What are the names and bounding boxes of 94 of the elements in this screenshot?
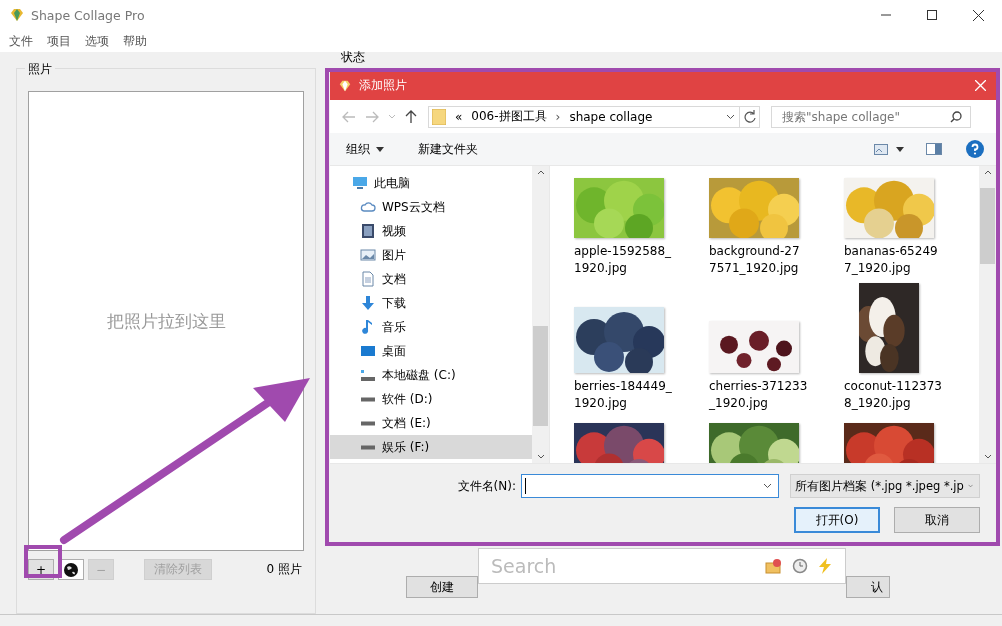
tree-item[interactable]: 视频 xyxy=(330,219,532,243)
create-button[interactable]: 创建 xyxy=(406,576,478,598)
maximize-icon[interactable] xyxy=(927,10,937,20)
globe-icon xyxy=(63,561,79,578)
tree-item[interactable]: 图片 xyxy=(330,243,532,267)
scroll-down-icon[interactable] xyxy=(536,454,545,459)
breadcrumb-item[interactable]: 006-拼图工具 xyxy=(471,108,547,125)
highlight-frame xyxy=(24,545,62,578)
computer-icon xyxy=(352,175,368,191)
file-type-dropdown[interactable]: 所有图片档案 (*.jpg *.jpeg *.jp xyxy=(790,474,980,498)
tree-label: 视频 xyxy=(382,222,406,240)
file-name-label: 文件名(N): xyxy=(457,477,516,495)
tree-item[interactable]: 娱乐 (F:) xyxy=(330,435,532,459)
cancel-button[interactable]: 取消 xyxy=(894,507,980,533)
clock-icon[interactable] xyxy=(792,558,808,574)
scroll-down-icon[interactable] xyxy=(983,454,992,459)
download-icon xyxy=(360,295,376,311)
search-field[interactable]: Search xyxy=(478,548,846,584)
tree-item[interactable]: WPS云文档 xyxy=(330,195,532,219)
dialog-title: 添加照片 xyxy=(359,77,407,94)
tree-item[interactable]: 软件 (D:) xyxy=(330,387,532,411)
tree-label: WPS云文档 xyxy=(382,198,445,216)
tree-label: 娱乐 (F:) xyxy=(382,438,430,456)
chevron-down-icon[interactable] xyxy=(763,483,772,489)
new-folder-button[interactable]: 新建文件夹 xyxy=(412,138,484,160)
photo-count: 0 照片 xyxy=(266,561,302,578)
default-button[interactable]: 认 xyxy=(846,576,890,598)
tree-item[interactable]: 文档 xyxy=(330,267,532,291)
desktop-icon xyxy=(360,343,376,359)
drop-hint: 把照片拉到这里 xyxy=(106,309,226,333)
scroll-up-icon[interactable] xyxy=(983,170,992,175)
caret-icon[interactable] xyxy=(896,146,904,152)
tree-item[interactable]: 下载 xyxy=(330,291,532,315)
tree-label: 文档 xyxy=(382,270,406,288)
scroll-up-icon[interactable] xyxy=(536,170,545,175)
file-name-field[interactable] xyxy=(521,474,779,498)
caret-icon xyxy=(376,146,384,152)
video-icon xyxy=(360,223,376,239)
menu-item[interactable]: 项目 xyxy=(47,32,71,50)
tree-label: 软件 (D:) xyxy=(382,390,433,408)
file-name[interactable]: bananas-65249 7_1920.jpg xyxy=(844,243,979,277)
tree-label: 音乐 xyxy=(382,318,406,336)
scrollbar-thumb[interactable] xyxy=(533,326,548,426)
open-button[interactable]: 打开(O) xyxy=(794,507,880,533)
scrollbar[interactable] xyxy=(979,166,996,463)
window-title: Shape Collage Pro xyxy=(31,7,145,23)
search-field[interactable]: 搜索"shape collage" xyxy=(771,105,971,128)
file-name[interactable]: berries-184449_ 1920.jpg xyxy=(574,378,709,412)
menu-item[interactable]: 选项 xyxy=(85,32,109,50)
app-logo-icon xyxy=(338,78,352,93)
file-name[interactable]: coconut-112373 8_1920.jpg xyxy=(844,378,979,412)
help-icon[interactable] xyxy=(966,140,984,158)
tree-label: 文档 (E:) xyxy=(382,414,431,432)
document-icon xyxy=(360,271,376,287)
tree-item[interactable]: 音乐 xyxy=(330,315,532,339)
menu-item[interactable]: 文件 xyxy=(9,32,33,50)
chevron-down-icon[interactable] xyxy=(726,113,735,120)
mail-icon[interactable] xyxy=(765,558,783,574)
tree-label: 图片 xyxy=(382,246,406,264)
tree-label: 本地磁盘 (C:) xyxy=(382,366,456,384)
refresh-icon[interactable] xyxy=(743,110,756,123)
organize-button[interactable]: 组织 xyxy=(340,138,390,160)
tree-item[interactable]: 文档 (E:) xyxy=(330,411,532,435)
tree-label: 此电脑 xyxy=(374,174,410,192)
tree-label: 桌面 xyxy=(382,342,406,360)
drive-icon xyxy=(361,420,375,426)
folder-icon xyxy=(432,108,446,125)
menu-item[interactable]: 帮助 xyxy=(123,32,147,50)
file-name[interactable]: background-27 7571_1920.jpg xyxy=(709,243,844,277)
group-title: 照片 xyxy=(25,61,55,78)
tree-item[interactable]: 桌面 xyxy=(330,339,532,363)
image-icon xyxy=(360,247,376,263)
search-icon[interactable] xyxy=(950,110,962,123)
tree-item[interactable]: 此电脑 xyxy=(330,171,532,195)
group-title: 状态 xyxy=(341,50,366,64)
view-icon[interactable] xyxy=(874,143,888,155)
breadcrumb-overflow[interactable]: « xyxy=(455,109,463,124)
scrollbar-thumb[interactable] xyxy=(980,188,995,264)
breadcrumb-separator[interactable]: › xyxy=(555,109,561,124)
address-bar[interactable]: « 006-拼图工具 › shape collage xyxy=(428,105,740,128)
scrollbar[interactable] xyxy=(532,166,549,463)
close-icon[interactable] xyxy=(973,9,984,21)
up-icon[interactable] xyxy=(405,109,417,124)
preview-pane-icon[interactable] xyxy=(926,143,942,155)
file-name[interactable]: cherries-371233 _1920.jpg xyxy=(709,378,844,412)
tree-item[interactable]: 本地磁盘 (C:) xyxy=(330,363,532,387)
cloud-icon xyxy=(360,199,376,215)
tree-label: 下载 xyxy=(382,294,406,312)
drive-icon xyxy=(361,444,375,450)
file-name[interactable]: apple-1592588_ 1920.jpg xyxy=(574,243,709,277)
drive-icon xyxy=(361,396,375,402)
app-logo-icon xyxy=(9,7,25,23)
breadcrumb-item[interactable]: shape collage xyxy=(569,109,653,124)
system-drive-icon xyxy=(360,367,376,383)
